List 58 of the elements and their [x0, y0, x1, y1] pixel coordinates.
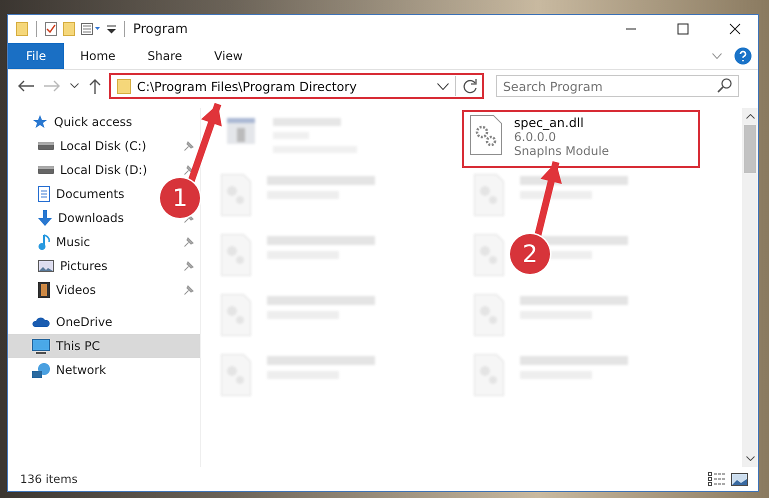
address-path: C:\Program Files\Program Directory: [137, 78, 358, 94]
sidebar-item[interactable]: Local Disk (D:): [8, 163, 148, 177]
cloud-icon: [32, 317, 50, 327]
scrollbar[interactable]: [742, 108, 758, 467]
folder-icon: [117, 78, 131, 94]
picture-icon: [38, 260, 54, 272]
help-icon[interactable]: [734, 47, 752, 65]
address-bar[interactable]: C:\Program Files\Program Directory: [109, 73, 484, 99]
pin-icon[interactable]: [184, 141, 194, 151]
dropdown-caret-icon[interactable]: [437, 82, 449, 90]
sidebar-item[interactable]: Downloads: [8, 210, 124, 226]
sidebar-item[interactable]: Pictures: [8, 259, 108, 273]
back-arrow-icon[interactable]: [18, 80, 34, 92]
customize-toolbar-icon[interactable]: [107, 24, 116, 34]
refresh-icon[interactable]: [462, 78, 478, 94]
drive-icon: [38, 142, 54, 150]
file-tile[interactable]: spec_an.dll 6.0.0.0 SnapIns Module: [462, 110, 700, 168]
computer-monitor-icon: [32, 338, 50, 354]
scrollbar-thumb[interactable]: [744, 125, 756, 173]
star-icon: [32, 114, 48, 130]
window-title: Program: [133, 22, 188, 36]
large-icons-view-icon[interactable]: [731, 472, 748, 486]
item-count: 136 items: [20, 472, 78, 486]
sidebar-item[interactable]: Documents: [8, 186, 124, 202]
sidebar-item[interactable]: Network: [8, 362, 106, 378]
file-detail: SnapIns Module: [514, 144, 610, 158]
ribbon-tab[interactable]: File: [8, 43, 64, 69]
pin-icon[interactable]: [184, 261, 194, 271]
gear-file-icon: [470, 115, 502, 155]
download-arrow-icon: [38, 210, 52, 226]
view-dropdown-icon[interactable]: [81, 23, 101, 35]
file-name: spec_an.dll: [514, 115, 585, 130]
sidebar-item[interactable]: Music: [8, 234, 90, 250]
pin-icon[interactable]: [184, 237, 194, 247]
scroll-down-icon[interactable]: [746, 456, 754, 461]
sidebar-item[interactable]: Quick access: [8, 114, 132, 130]
drive-icon: [38, 166, 54, 174]
pin-icon[interactable]: [184, 165, 194, 175]
scroll-up-icon[interactable]: [746, 114, 754, 119]
pin-icon[interactable]: [184, 285, 194, 295]
music-note-icon: [38, 234, 50, 250]
sidebar-item[interactable]: OneDrive: [8, 315, 112, 329]
network-icon: [32, 362, 50, 378]
details-view-icon[interactable]: [708, 472, 725, 486]
ribbon-tab[interactable]: Home: [64, 43, 132, 69]
recent-locations-caret-icon[interactable]: [70, 83, 79, 89]
film-strip-icon: [38, 282, 50, 298]
chevron-down-icon[interactable]: [712, 53, 722, 59]
ribbon-tab[interactable]: View: [198, 43, 259, 69]
ribbon-tab[interactable]: Share: [132, 43, 198, 69]
search-icon: [717, 78, 732, 93]
search-field[interactable]: Search Program: [496, 75, 739, 97]
properties-icon[interactable]: [45, 22, 57, 36]
sidebar-item[interactable]: Local Disk (C:): [8, 139, 146, 153]
document-icon: [38, 186, 50, 202]
file-detail: 6.0.0.0: [514, 130, 557, 144]
up-arrow-icon[interactable]: [89, 78, 101, 94]
sidebar-item[interactable]: Videos: [8, 282, 96, 298]
